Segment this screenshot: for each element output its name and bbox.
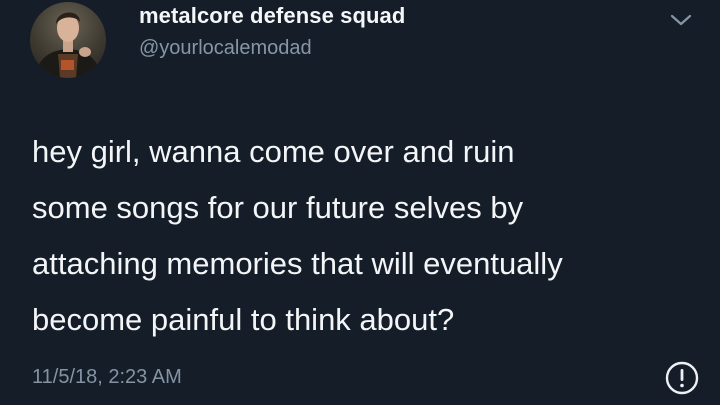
tweet-text: hey girl, wanna come over and ruin some … <box>32 124 692 348</box>
display-name[interactable]: metalcore defense squad <box>139 3 405 29</box>
chevron-down-icon[interactable] <box>669 11 693 29</box>
avatar[interactable] <box>30 2 106 78</box>
tweet-text-line: attaching memories that will eventually <box>32 246 563 281</box>
user-handle[interactable]: @yourlocalemodad <box>139 37 312 60</box>
tweet-text-line: become painful to think about? <box>32 302 455 337</box>
avatar-image <box>34 12 102 78</box>
tweet-timestamp[interactable]: 11/5/18, 2:23 AM <box>32 366 182 389</box>
tweet-card: metalcore defense squad @yourlocalemodad… <box>0 0 720 405</box>
tweet-text-line: hey girl, wanna come over and ruin <box>32 134 515 169</box>
tweet-text-line: some songs for our future selves by <box>32 190 524 225</box>
info-icon[interactable] <box>664 360 700 396</box>
